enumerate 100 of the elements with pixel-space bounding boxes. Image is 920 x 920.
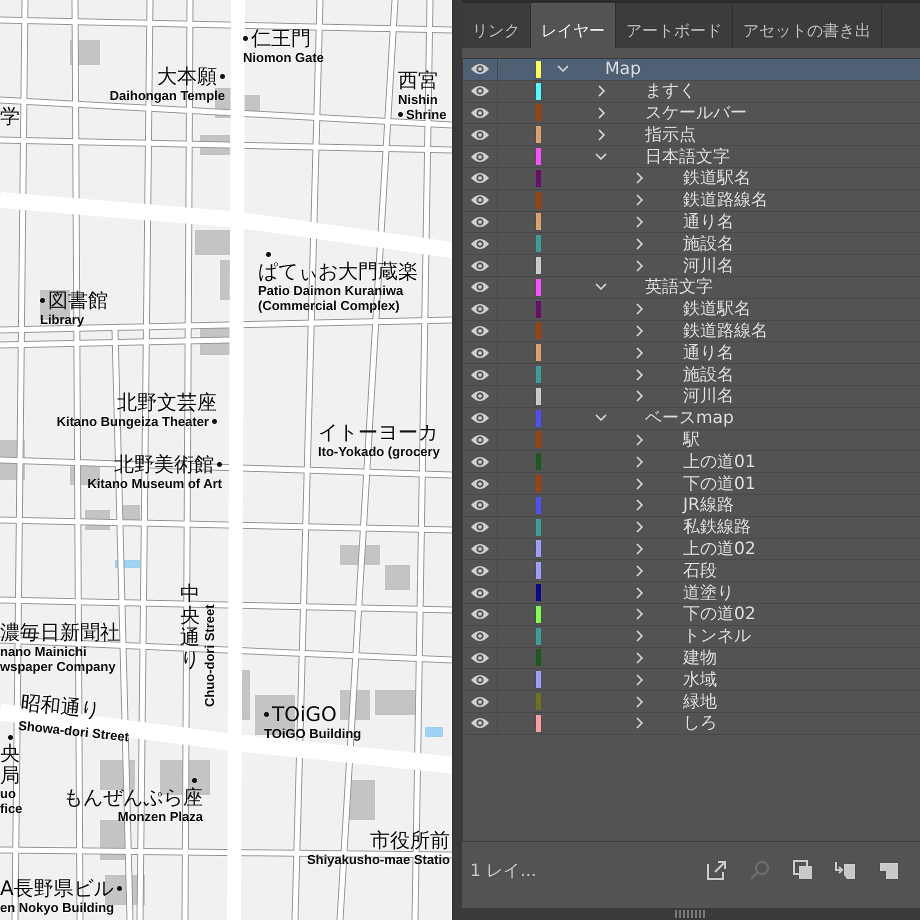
layer-row[interactable]: 指示点: [463, 124, 920, 146]
eye-icon[interactable]: [470, 650, 490, 665]
layer-row[interactable]: 河川名: [463, 255, 920, 277]
eye-icon[interactable]: [470, 324, 490, 338]
layer-name: ますく: [645, 81, 696, 102]
layer-row[interactable]: 日本語文字: [463, 146, 920, 168]
layer-name: 河川名: [683, 386, 734, 406]
layer-row[interactable]: 河川名: [463, 386, 920, 408]
layer-row[interactable]: 鉄道駅名: [463, 298, 920, 321]
layer-row[interactable]: 鉄道路線名: [463, 320, 920, 342]
place-name: 央局: [0, 742, 20, 786]
eye-icon[interactable]: [470, 280, 490, 294]
layer-row[interactable]: Map: [463, 59, 920, 81]
layer-row[interactable]: 石段: [463, 560, 920, 582]
eye-icon[interactable]: [470, 106, 490, 120]
layer-row[interactable]: ますく: [463, 80, 920, 103]
layer-row[interactable]: 私鉄線路: [463, 516, 920, 539]
resize-grip-icon[interactable]: [675, 910, 707, 918]
panel-tab[interactable]: レイヤー: [531, 3, 616, 48]
export-icon[interactable]: [705, 858, 729, 882]
place-name-english: wspaper Company: [0, 659, 116, 674]
layer-row[interactable]: スケールバー: [463, 102, 920, 124]
duplicate-icon[interactable]: [791, 858, 815, 882]
layer-row[interactable]: 駅: [463, 430, 920, 452]
eye-icon[interactable]: [470, 432, 490, 447]
layer-row[interactable]: 通り名: [463, 342, 920, 364]
place-name-english: nano Mainichi: [0, 644, 87, 659]
layer-row[interactable]: 施設名: [463, 233, 920, 256]
layer-row[interactable]: 上の道02: [463, 538, 920, 560]
layer-row[interactable]: 建物: [463, 648, 920, 670]
place-name-english: Nishin: [398, 92, 438, 107]
location-dot-icon: [220, 74, 225, 78]
street-name-english: Chuo-dori Street: [202, 604, 217, 707]
eye-icon[interactable]: [470, 476, 490, 491]
eye-icon[interactable]: [470, 564, 490, 578]
layer-row[interactable]: 水域: [463, 669, 920, 692]
layer-name: トンネル: [683, 626, 751, 646]
location-dot-icon: [266, 252, 271, 257]
place-name: もんぜんぷら座: [63, 785, 203, 809]
eye-icon[interactable]: [470, 454, 490, 469]
layer-row[interactable]: 緑地: [463, 691, 920, 713]
eye-icon[interactable]: [470, 694, 490, 708]
eye-icon[interactable]: [470, 411, 490, 426]
layer-name: 河川名: [683, 256, 734, 276]
eye-icon[interactable]: [470, 84, 490, 98]
layer-row[interactable]: 鉄道駅名: [463, 168, 920, 190]
layer-row[interactable]: 英語文字: [463, 276, 920, 299]
eye-icon[interactable]: [470, 629, 490, 644]
place-name: TOiGO: [272, 702, 337, 726]
layer-row[interactable]: 下の道01: [463, 473, 920, 495]
layer-row[interactable]: ベースmap: [463, 408, 920, 430]
layer-row[interactable]: 通り名: [463, 212, 920, 234]
eye-icon[interactable]: [470, 672, 490, 687]
eye-icon[interactable]: [470, 389, 490, 404]
layer-name: 英語文字: [645, 277, 713, 298]
eye-icon[interactable]: [470, 302, 490, 316]
layer-name: 私鉄線路: [683, 517, 751, 538]
eye-icon[interactable]: [470, 128, 490, 142]
place-name-english: en Nokyo Building: [0, 900, 114, 915]
place-name: ぱてぃお大門蔵楽: [258, 259, 418, 283]
place-name-english: Niomon Gate: [243, 50, 324, 65]
place-name-english: Daihongan Temple: [110, 88, 225, 103]
layer-name: スケールバー: [645, 102, 747, 123]
eye-icon[interactable]: [470, 368, 490, 382]
layer-row[interactable]: 施設名: [463, 364, 920, 386]
eye-icon[interactable]: [470, 346, 490, 360]
place-name-english: Shiyakusho-mae Statio: [306, 852, 450, 867]
eye-icon[interactable]: [470, 498, 490, 512]
layer-row[interactable]: 上の道01: [463, 451, 920, 474]
layer-row[interactable]: 道塗り: [463, 582, 920, 604]
location-dot-icon: [40, 298, 45, 302]
eye-icon[interactable]: [470, 214, 490, 229]
eye-icon[interactable]: [470, 236, 490, 251]
panel-tab[interactable]: アートボード: [616, 3, 733, 48]
layer-row[interactable]: JR線路: [463, 494, 920, 517]
place-name: 濃毎日新聞社: [0, 620, 120, 644]
layer-row[interactable]: 下の道02: [463, 604, 920, 626]
layer-row[interactable]: しろ: [463, 712, 920, 735]
eye-icon[interactable]: [470, 258, 490, 273]
eye-icon[interactable]: [470, 62, 490, 76]
eye-icon[interactable]: [470, 171, 490, 186]
eye-icon[interactable]: [470, 193, 490, 208]
eye-icon[interactable]: [470, 150, 490, 164]
place-name: A長野県ビル: [0, 876, 114, 900]
place-name: 西宮: [398, 68, 438, 92]
place-name-english: (Commercial Complex): [258, 298, 400, 313]
place-name-english: uo: [0, 786, 16, 801]
place-name-english: Patio Daimon Kuraniwa: [258, 283, 404, 298]
place-name-english: Shrine: [406, 107, 446, 122]
layer-name: 鉄道駅名: [683, 299, 751, 320]
eye-icon[interactable]: [470, 520, 490, 534]
layer-row[interactable]: 鉄道路線名: [463, 190, 920, 212]
eye-icon[interactable]: [470, 542, 490, 556]
eye-icon[interactable]: [470, 716, 490, 730]
eye-icon[interactable]: [470, 586, 490, 600]
eye-icon[interactable]: [470, 607, 490, 622]
panel-tab[interactable]: アセットの書き出: [733, 3, 882, 48]
place-name: 市役所前: [370, 828, 450, 852]
layer-name: 施設名: [683, 234, 734, 254]
layer-row[interactable]: トンネル: [463, 626, 920, 648]
